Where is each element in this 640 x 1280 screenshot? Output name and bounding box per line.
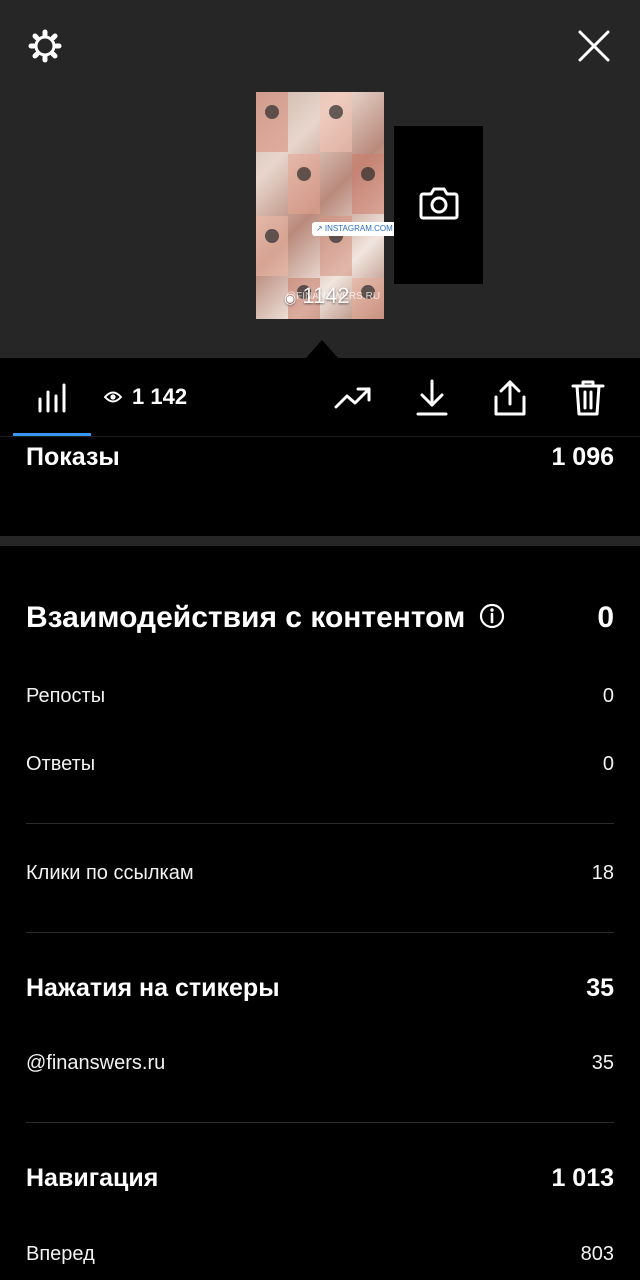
download-icon (415, 379, 449, 417)
info-icon[interactable] (479, 603, 505, 634)
interactions-row: Взаимодействия с контентом 0 (26, 598, 614, 638)
share-button[interactable] (490, 376, 530, 420)
link-clicks-label: Клики по ссылкам (26, 861, 194, 884)
active-tab-indicator (13, 433, 91, 436)
eye-icon (103, 384, 123, 410)
forward-row: Вперед 803 (26, 1240, 614, 1268)
promote-button[interactable] (332, 378, 374, 418)
trending-up-icon (334, 385, 372, 411)
interactions-label: Взаимодействия с контентом (26, 601, 466, 634)
section-separator (0, 536, 640, 546)
divider (26, 932, 614, 933)
sticker-taps-row: Нажатия на стикеры 35 (26, 971, 614, 1005)
replies-row: Ответы 0 (26, 750, 614, 778)
sticker-handle-value: 35 (591, 1051, 614, 1074)
forward-label: Вперед (26, 1242, 95, 1265)
sticker-handle-row: @finanswers.ru 35 (26, 1049, 614, 1077)
reposts-row: Репосты 0 (26, 682, 614, 710)
eye-icon: ◉ (284, 290, 297, 306)
delete-button[interactable] (568, 376, 608, 420)
sticker-handle-label: @finanswers.ru (26, 1051, 166, 1074)
sticker-taps-value: 35 (586, 973, 614, 1002)
viewers-tab[interactable]: 1 142 (103, 384, 187, 410)
selection-caret (306, 340, 338, 358)
share-icon (493, 379, 527, 417)
insights-tab[interactable] (30, 374, 74, 422)
link-clicks-row: Клики по ссылкам 18 (26, 859, 614, 887)
link-clicks-value: 18 (591, 861, 614, 884)
reposts-label: Репосты (26, 684, 106, 707)
link-sticker: ↗ INSTAGRAM.COM (312, 222, 397, 236)
story-toolbar (0, 358, 640, 437)
navigation-row: Навигация 1 013 (26, 1161, 614, 1195)
close-button[interactable] (574, 26, 614, 66)
divider (26, 1122, 614, 1123)
interactions-value: 0 (597, 601, 614, 634)
replies-label: Ответы (26, 752, 96, 775)
settings-button[interactable] (24, 26, 66, 66)
gear-icon (26, 27, 64, 65)
navigation-label: Навигация (26, 1163, 159, 1192)
navigation-value: 1 013 (551, 1163, 614, 1192)
impressions-row: Показы 1 096 (26, 441, 614, 473)
replies-value: 0 (602, 752, 614, 775)
camera-icon (419, 185, 459, 226)
reposts-value: 0 (602, 684, 614, 707)
sticker-taps-label: Нажатия на стикеры (26, 973, 280, 1002)
download-button[interactable] (412, 376, 452, 420)
thumbnail-views-overlay: ◉ 1142 (284, 283, 350, 308)
divider (26, 823, 614, 824)
bar-chart-icon (36, 382, 68, 414)
impressions-label: Показы (26, 442, 120, 471)
trash-icon (571, 379, 605, 417)
forward-value: 803 (580, 1242, 614, 1265)
add-story-camera-card[interactable] (394, 126, 483, 284)
impressions-value: 1 096 (551, 442, 614, 471)
close-icon (577, 29, 611, 63)
